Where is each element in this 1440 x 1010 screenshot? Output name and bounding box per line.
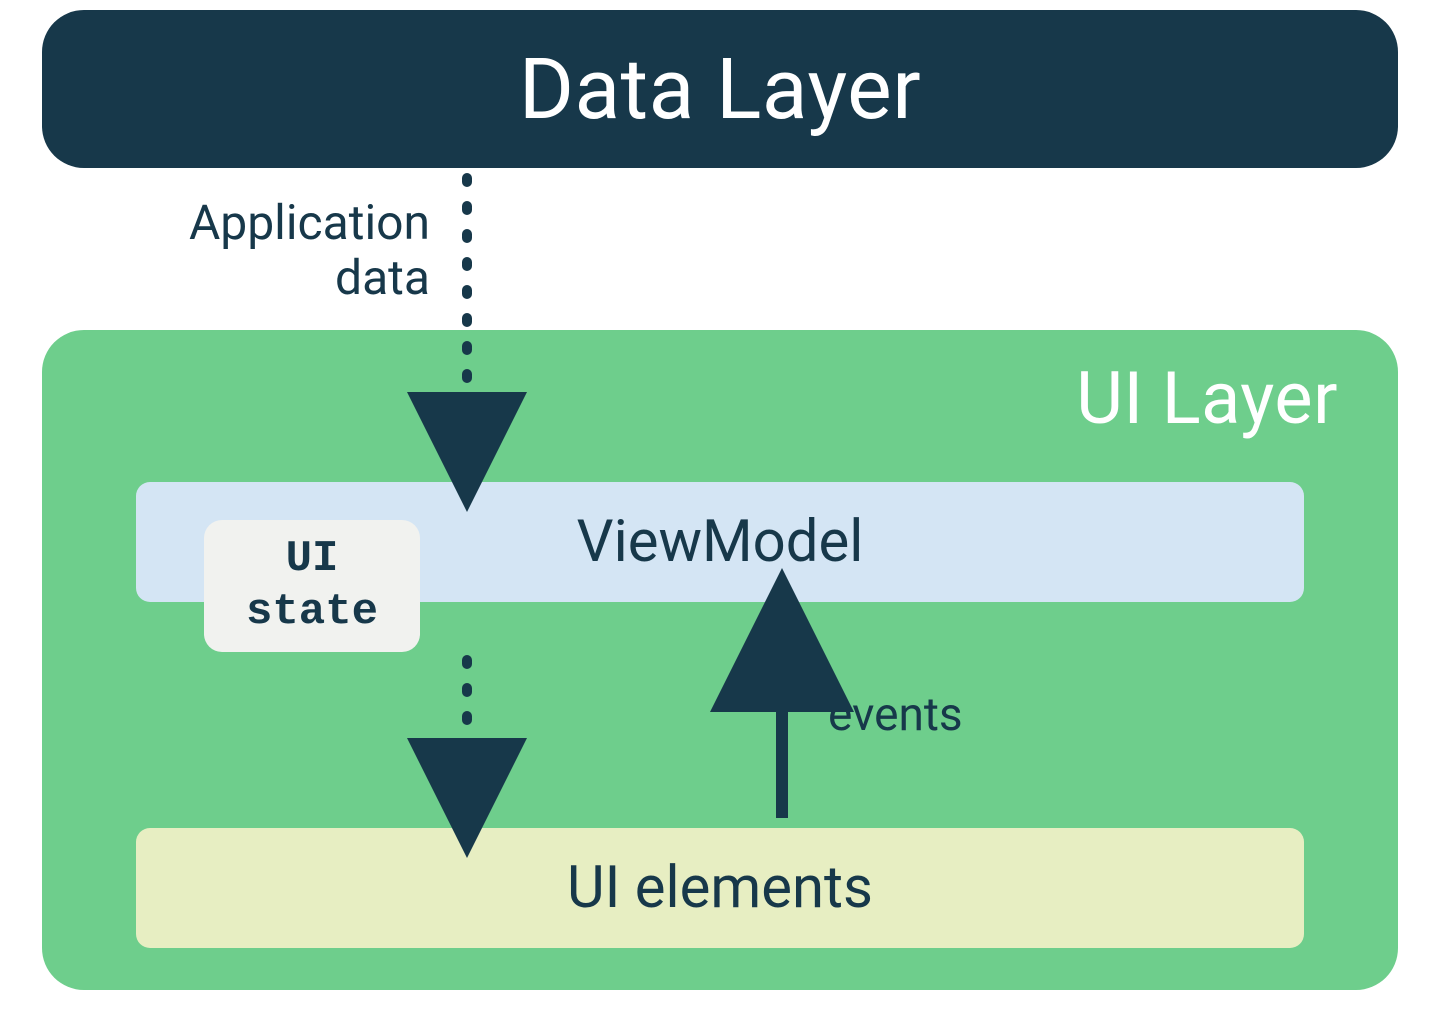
ui-elements-label: UI elements [567, 854, 873, 922]
data-layer-label: Data Layer [519, 40, 921, 139]
ui-state-box: UI state [204, 520, 420, 652]
viewmodel-label: ViewModel [577, 508, 864, 576]
ui-state-label: UI state [246, 533, 378, 639]
data-layer-box: Data Layer [42, 10, 1398, 168]
ui-elements-box: UI elements [136, 828, 1304, 948]
ui-layer-title: UI Layer [1076, 356, 1338, 441]
ui-layer-box: UI Layer ViewModel UI state UI elements … [42, 330, 1398, 990]
events-label: events [828, 688, 963, 742]
application-data-label: Application data [120, 195, 430, 305]
